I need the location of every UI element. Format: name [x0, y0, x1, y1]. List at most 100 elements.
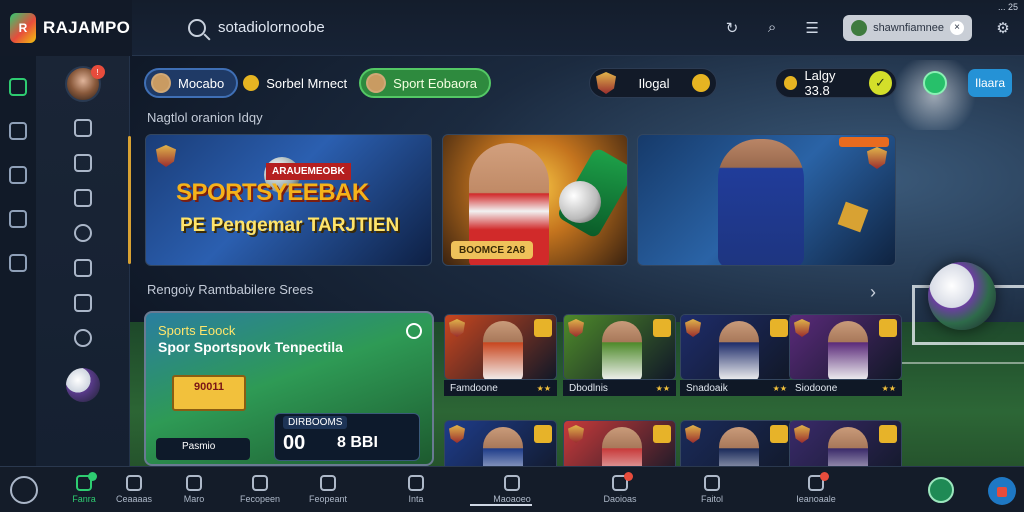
chevron-right-icon[interactable]: › — [870, 282, 876, 303]
soccer-ball-icon — [559, 181, 601, 223]
brand-logo-icon: R — [10, 12, 36, 43]
tile-label-text: Famdoone — [450, 382, 498, 394]
compass-icon[interactable] — [10, 475, 38, 504]
game-tile[interactable] — [680, 314, 793, 380]
banner-corner-tag — [839, 137, 889, 147]
nav-label: Fanra — [72, 494, 96, 504]
notification-dot — [820, 472, 829, 481]
bottom-nav-item[interactable]: Maoaoeo — [482, 475, 542, 504]
bottom-nav-item[interactable]: Faitol — [682, 475, 742, 504]
brand[interactable]: R RAJAMPO — [0, 0, 132, 56]
sidebar-item-timer-icon[interactable] — [73, 224, 92, 242]
filter-pill-label: Lalgy 33.8 — [804, 68, 836, 98]
rail-swap-icon[interactable] — [9, 122, 27, 140]
account-pill[interactable]: shawnfiamnee × — [843, 14, 972, 41]
sidebar-item-chart-icon[interactable] — [73, 189, 92, 207]
coin-icon — [692, 74, 710, 92]
avatar[interactable]: ! — [64, 65, 105, 102]
rail-calendar-icon[interactable] — [9, 166, 27, 184]
status-toggle[interactable] — [923, 71, 948, 95]
filter-pill-4[interactable]: Ilogal — [589, 68, 718, 98]
nav-icon — [808, 472, 829, 491]
shield-icon — [867, 147, 887, 169]
brand-name: RAJAMPO — [43, 17, 131, 37]
filter-row: Mocabo Sorbel Mrnect Sport Eobaora Iloga… — [144, 68, 1012, 98]
rail-home-icon[interactable] — [9, 78, 27, 96]
sidebar: ! — [36, 56, 130, 466]
filter-pill-2[interactable]: Sorbel Mrnect — [238, 68, 359, 98]
sidebar-item-block-icon[interactable] — [73, 329, 92, 347]
filter-pill-5[interactable]: Lalgy 33.8 ✓ — [775, 68, 898, 98]
action-button[interactable]: Ilaara — [968, 69, 1012, 97]
rating-stars: ★★ — [655, 383, 670, 393]
bottom-nav-item[interactable]: Fecopeen — [230, 475, 290, 504]
tile-label: Famdoone ★★ — [444, 380, 557, 396]
banner-caption: BOOMCE 2A8 — [451, 241, 534, 259]
game-tile[interactable] — [444, 314, 557, 380]
soccer-ball-icon[interactable] — [65, 368, 100, 402]
check-icon[interactable]: ✓ — [868, 71, 892, 95]
bottom-nav-item[interactable]: Ieanoaale — [786, 472, 846, 504]
section-title-games: Rengoiy Ramtbabilere Srees — [147, 282, 314, 297]
player-image — [483, 321, 523, 379]
game-tile[interactable] — [563, 314, 676, 380]
chat-button[interactable] — [928, 477, 954, 503]
left-rail — [0, 56, 36, 466]
sidebar-item-tv-icon[interactable] — [73, 119, 92, 137]
sidebar-item-shield-icon[interactable] — [73, 154, 92, 172]
nav-label: Ieanoaale — [796, 494, 836, 504]
search-icon[interactable] — [188, 18, 206, 37]
bottom-nav-item[interactable]: Feopeant — [298, 475, 358, 504]
window-dots: ... 25 — [997, 2, 1018, 12]
filter-pill-1[interactable]: Mocabo — [144, 68, 239, 98]
badge-icon — [770, 425, 788, 443]
rating-stars: ★★ — [536, 383, 551, 393]
close-icon[interactable]: × — [950, 20, 964, 35]
support-button[interactable] — [988, 477, 1016, 505]
search-icon[interactable]: ⌕ — [763, 19, 781, 37]
account-label: shawnfiamnee — [873, 21, 944, 34]
promo-banner-2[interactable]: BOOMCE 2A8 — [442, 134, 628, 266]
bottom-nav-item[interactable]: Daoioas — [590, 472, 650, 504]
search-bar — [188, 10, 708, 46]
banner-caption-text: BOOMCE 2A8 — [459, 244, 526, 256]
feature-bottom-label: Pasmio — [156, 438, 250, 460]
filter-pill-label: Sorbel Mrnect — [266, 75, 348, 91]
rating-stars: ★★ — [881, 383, 896, 393]
settings-icon[interactable]: ⚙ — [994, 19, 1012, 37]
game-tile[interactable] — [789, 314, 902, 380]
rail-chat-icon[interactable] — [9, 210, 27, 228]
nav-icon — [704, 475, 720, 491]
section-title-featured: Nagtlol oranion Idqy — [147, 110, 263, 125]
sidebar-item-message-icon[interactable] — [73, 294, 92, 312]
nav-label: Feopeant — [308, 494, 348, 504]
search-input[interactable] — [218, 19, 678, 36]
feature-badge: 90011 — [172, 375, 246, 411]
bottom-nav-item[interactable]: Inta — [386, 475, 446, 504]
shield-icon — [156, 145, 176, 167]
nav-label: Inta — [408, 494, 424, 504]
rating-stars: ★★ — [772, 383, 787, 393]
featured-card[interactable]: Sports Eoock Spor Sportspovk Tenpectila … — [144, 311, 434, 466]
menu-icon[interactable]: ☰ — [803, 19, 821, 37]
bottom-nav-item[interactable]: Maro — [164, 475, 224, 504]
banner-title: SPORTSYEEBAK — [176, 179, 369, 206]
promo-banner-1[interactable]: ARAUEMEOBK SPORTSYEEBAK PE Pengemar TARJ… — [145, 134, 432, 266]
rail-heart-icon[interactable] — [9, 254, 27, 272]
scoreboard-label: DIRBOOMS — [283, 416, 348, 429]
coin-icon — [243, 75, 260, 91]
status-dot — [88, 472, 97, 481]
filter-pill-3[interactable]: Sport Eobaora — [359, 68, 492, 98]
nav-icon — [504, 475, 520, 491]
nav-icon — [252, 475, 268, 491]
promo-banner-3[interactable] — [637, 134, 896, 266]
feature-line-2: Spor Sportspovk Tenpectila — [158, 339, 343, 355]
refresh-icon[interactable]: ↻ — [723, 19, 741, 37]
pill-avatar — [366, 73, 387, 93]
bottom-nav-item[interactable]: Ceaaaas — [104, 475, 164, 504]
info-icon[interactable] — [406, 323, 422, 339]
score-a: 00 — [283, 432, 306, 454]
coin-icon — [784, 76, 798, 90]
nav-label: Maoaoeo — [493, 494, 531, 504]
sidebar-item-lock-icon[interactable] — [73, 259, 92, 277]
